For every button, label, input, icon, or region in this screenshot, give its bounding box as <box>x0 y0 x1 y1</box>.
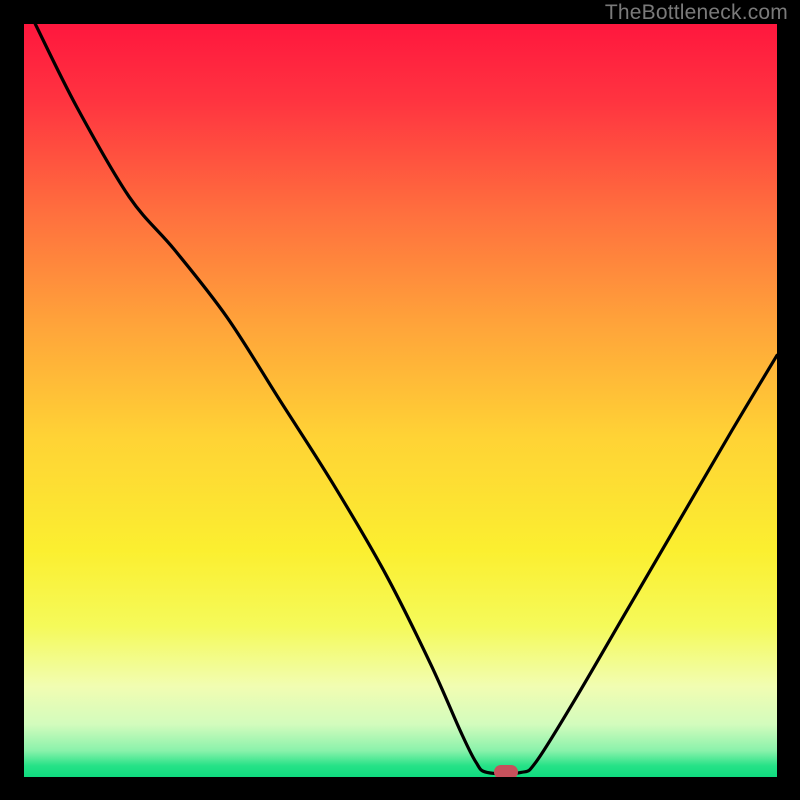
bottleneck-curve <box>24 24 777 777</box>
optimal-marker <box>494 765 518 777</box>
attribution-label: TheBottleneck.com <box>605 1 788 25</box>
chart-stage: TheBottleneck.com <box>0 0 800 800</box>
plot-area <box>24 24 777 777</box>
